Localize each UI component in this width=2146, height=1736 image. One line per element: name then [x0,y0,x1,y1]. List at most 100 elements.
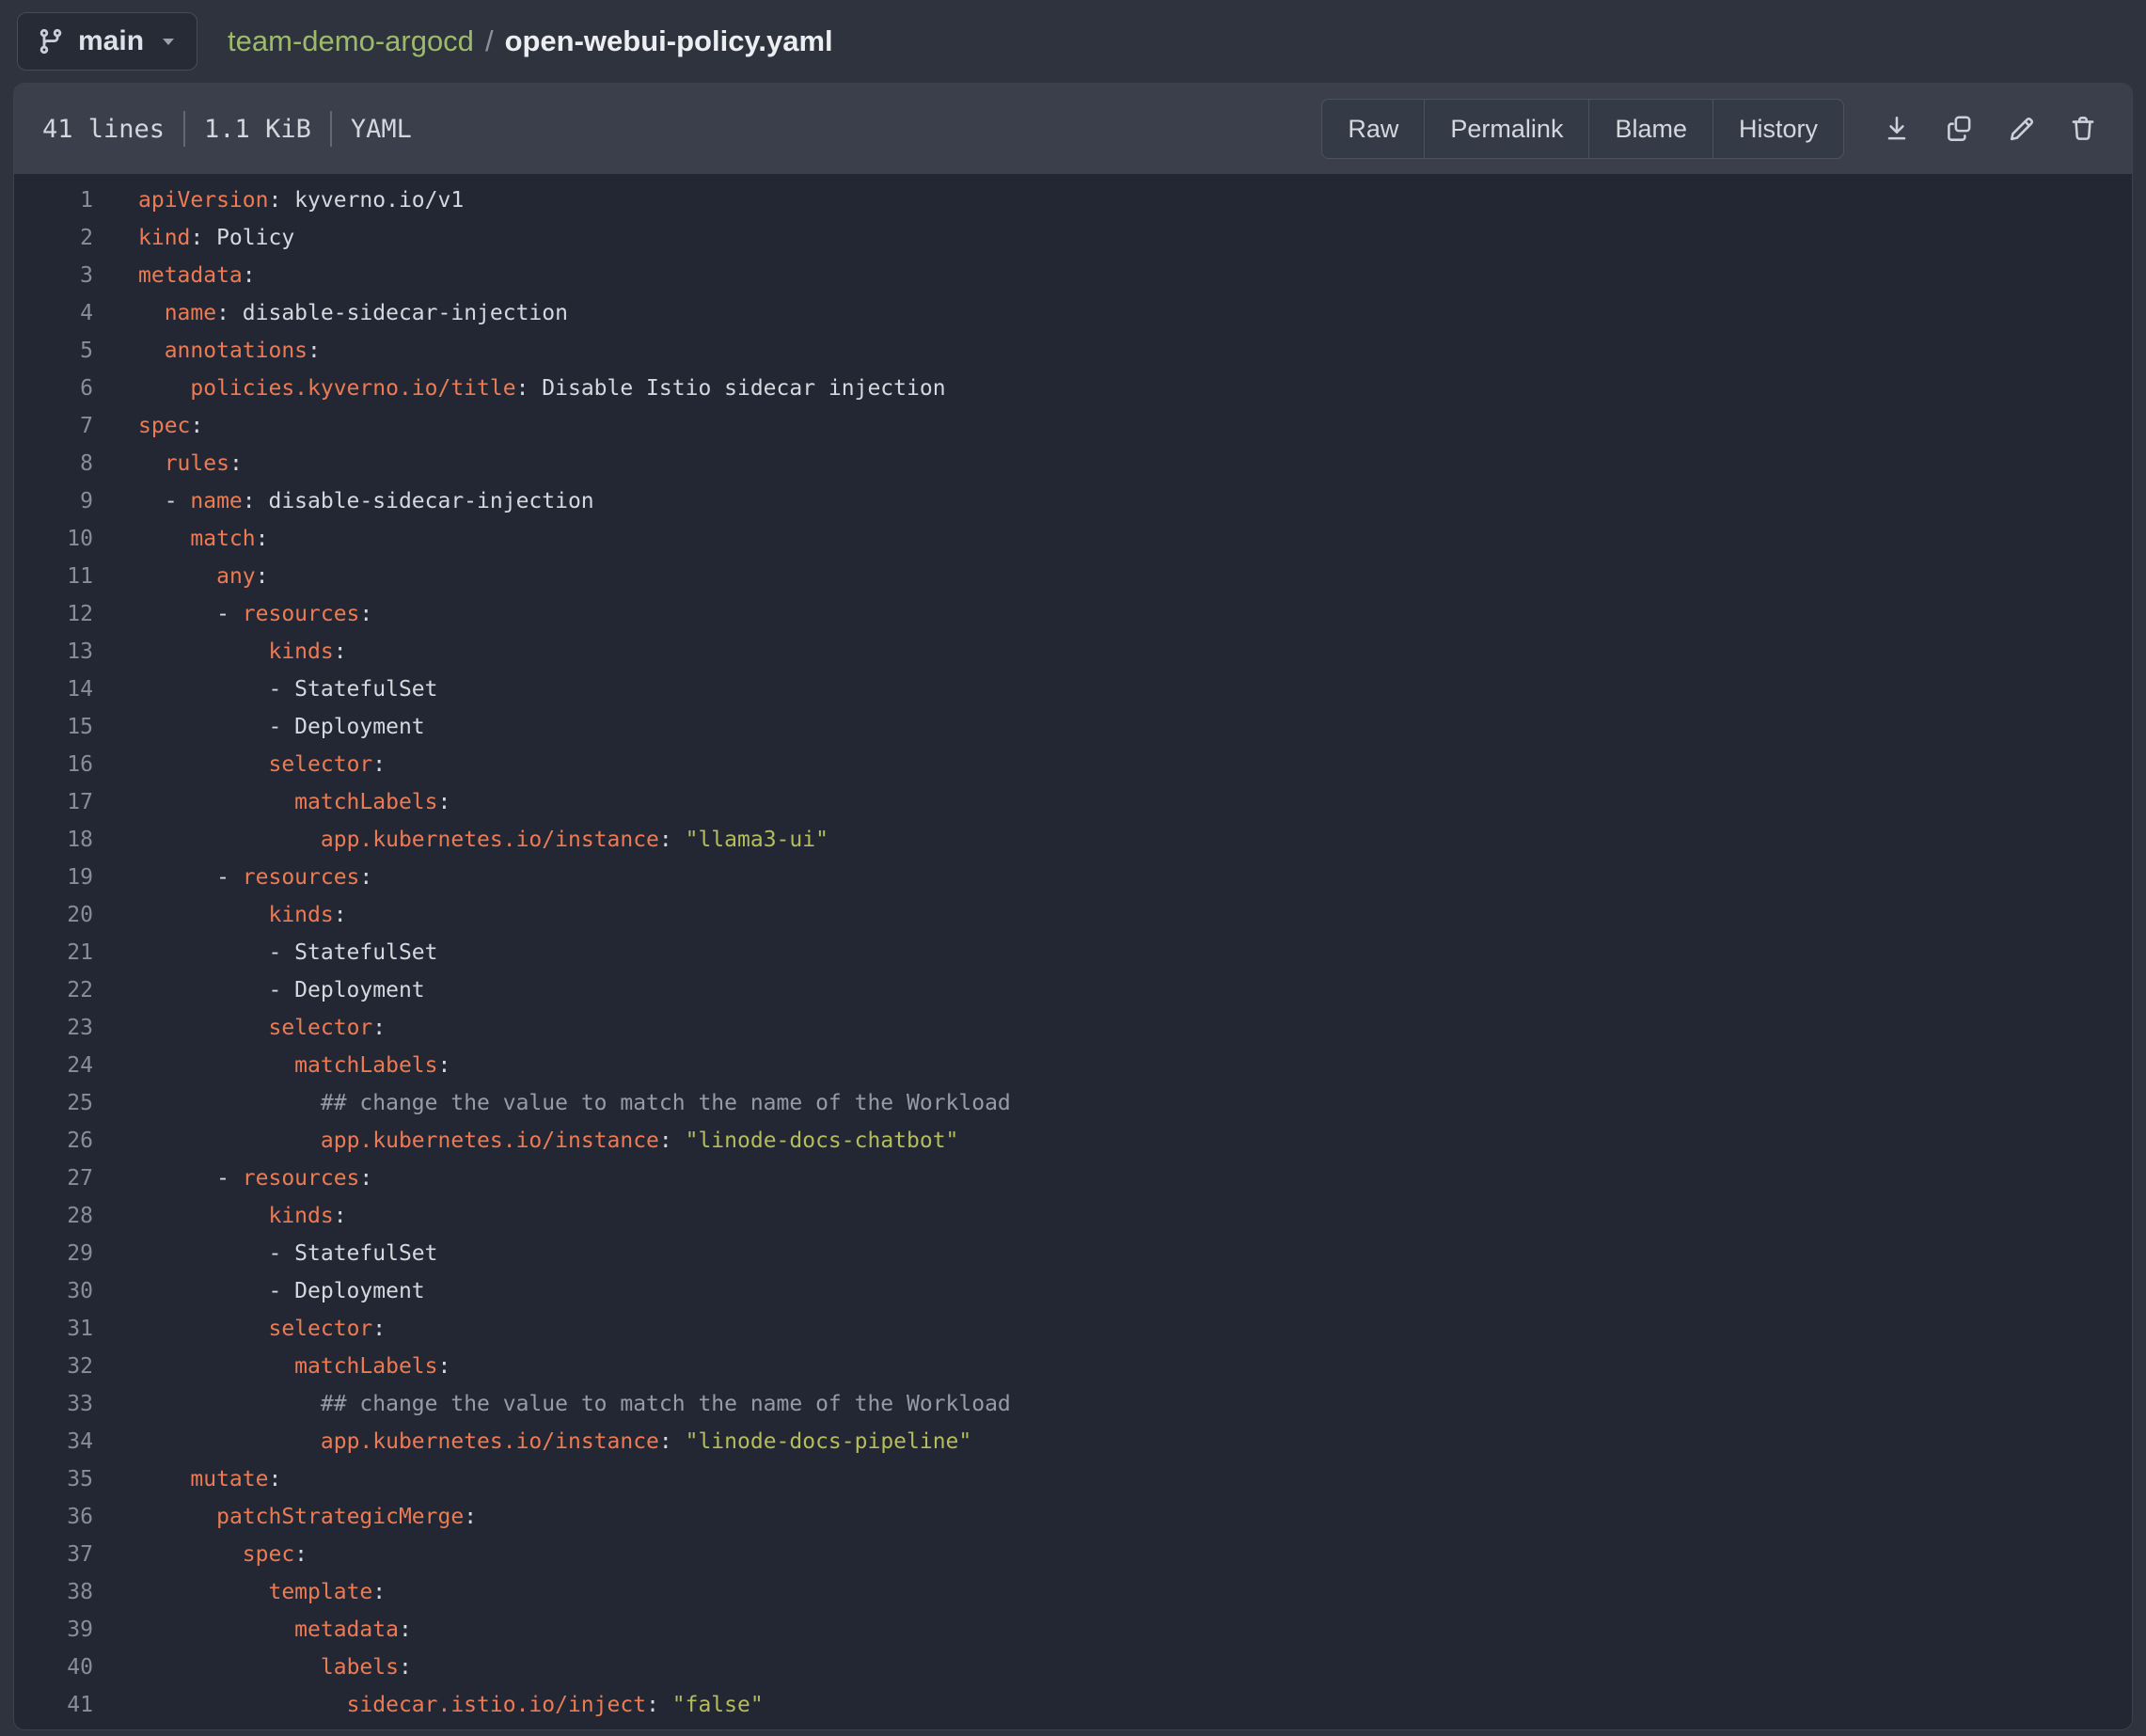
code-line: 34 app.kubernetes.io/instance: "linode-d… [14,1423,2132,1460]
line-content: ## change the value to match the name of… [93,1385,1011,1423]
line-number[interactable]: 33 [14,1385,93,1423]
code-line: 25 ## change the value to match the name… [14,1084,2132,1122]
edit-icon[interactable] [2004,112,2038,146]
line-number[interactable]: 28 [14,1197,93,1235]
repo-topbar: main team-demo-argocd / open-webui-polic… [0,0,2146,83]
line-number[interactable]: 34 [14,1423,93,1460]
meta-divider [183,111,185,147]
download-icon[interactable] [1880,112,1914,146]
line-number[interactable]: 16 [14,746,93,783]
line-content: matchLabels: [93,1348,450,1385]
breadcrumb-file-name: open-webui-policy.yaml [505,24,833,58]
code-line: 23 selector: [14,1009,2132,1047]
line-content: rules: [93,445,243,482]
breadcrumb: team-demo-argocd / open-webui-policy.yam… [228,24,833,58]
code-line: 9 - name: disable-sidecar-injection [14,482,2132,520]
line-number[interactable]: 26 [14,1122,93,1160]
line-content: matchLabels: [93,1047,450,1084]
code-line: 8 rules: [14,445,2132,482]
line-number[interactable]: 13 [14,633,93,671]
line-number[interactable]: 7 [14,407,93,445]
line-number[interactable]: 6 [14,370,93,407]
code-line: 27 - resources: [14,1160,2132,1197]
line-content: any: [93,558,269,595]
line-number[interactable]: 31 [14,1310,93,1348]
line-number[interactable]: 30 [14,1272,93,1310]
line-number[interactable]: 29 [14,1235,93,1272]
line-content: - name: disable-sidecar-injection [93,482,594,520]
line-content: apiVersion: kyverno.io/v1 [93,181,464,219]
file-header: 41 lines 1.1 KiB YAML Raw Permalink Blam… [14,84,2132,174]
line-number[interactable]: 8 [14,445,93,482]
code-line: 6 policies.kyverno.io/title: Disable Ist… [14,370,2132,407]
line-number[interactable]: 21 [14,934,93,971]
line-number[interactable]: 40 [14,1649,93,1686]
line-number[interactable]: 32 [14,1348,93,1385]
code-line: 2kind: Policy [14,219,2132,257]
line-number[interactable]: 15 [14,708,93,746]
line-number[interactable]: 39 [14,1611,93,1649]
line-number[interactable]: 37 [14,1536,93,1573]
line-number[interactable]: 12 [14,595,93,633]
line-number[interactable]: 20 [14,896,93,934]
code-line: 17 matchLabels: [14,783,2132,821]
line-content: annotations: [93,332,321,370]
branch-name: main [78,25,144,57]
file-language: YAML [351,115,412,144]
line-content: - StatefulSet [93,1235,438,1272]
line-number[interactable]: 10 [14,520,93,558]
line-content: - Deployment [93,971,425,1009]
line-content: - resources: [93,1160,372,1197]
raw-button[interactable]: Raw [1322,100,1424,158]
line-content: metadata: [93,1611,412,1649]
line-number[interactable]: 5 [14,332,93,370]
branch-selector-button[interactable]: main [17,12,197,71]
code-line: 38 template: [14,1573,2132,1611]
line-content: spec: [93,1536,308,1573]
line-number[interactable]: 25 [14,1084,93,1122]
code-line: 1apiVersion: kyverno.io/v1 [14,181,2132,219]
line-number[interactable]: 18 [14,821,93,859]
code-line: 41 sidecar.istio.io/inject: "false" [14,1686,2132,1724]
line-number[interactable]: 11 [14,558,93,595]
line-number[interactable]: 36 [14,1498,93,1536]
line-number[interactable]: 2 [14,219,93,257]
line-content: - StatefulSet [93,671,438,708]
line-number[interactable]: 24 [14,1047,93,1084]
line-number[interactable]: 23 [14,1009,93,1047]
delete-icon[interactable] [2066,112,2100,146]
file-meta: 41 lines 1.1 KiB YAML [42,111,412,147]
line-number[interactable]: 14 [14,671,93,708]
file-action-button-group: Raw Permalink Blame History [1321,99,1844,159]
line-number[interactable]: 27 [14,1160,93,1197]
code-line: 14 - StatefulSet [14,671,2132,708]
code-line: 30 - Deployment [14,1272,2132,1310]
code-line: 16 selector: [14,746,2132,783]
line-number[interactable]: 35 [14,1460,93,1498]
code-line: 39 metadata: [14,1611,2132,1649]
line-number[interactable]: 3 [14,257,93,294]
line-number[interactable]: 38 [14,1573,93,1611]
line-number[interactable]: 19 [14,859,93,896]
code-line: 19 - resources: [14,859,2132,896]
line-content: - StatefulSet [93,934,438,971]
code-line: 22 - Deployment [14,971,2132,1009]
breadcrumb-repo-link[interactable]: team-demo-argocd [228,24,474,58]
line-content: - Deployment [93,708,425,746]
line-number[interactable]: 41 [14,1686,93,1724]
line-content: policies.kyverno.io/title: Disable Istio… [93,370,946,407]
line-number[interactable]: 1 [14,181,93,219]
line-number[interactable]: 22 [14,971,93,1009]
blame-button[interactable]: Blame [1588,100,1712,158]
breadcrumb-separator: / [485,24,494,58]
line-number[interactable]: 4 [14,294,93,332]
copy-icon[interactable] [1942,112,1976,146]
code-line: 36 patchStrategicMerge: [14,1498,2132,1536]
line-number[interactable]: 17 [14,783,93,821]
line-content: selector: [93,1310,386,1348]
permalink-button[interactable]: Permalink [1424,100,1588,158]
line-content: app.kubernetes.io/instance: "llama3-ui" [93,821,828,859]
line-number[interactable]: 9 [14,482,93,520]
history-button[interactable]: History [1712,100,1843,158]
code-line: 26 app.kubernetes.io/instance: "linode-d… [14,1122,2132,1160]
